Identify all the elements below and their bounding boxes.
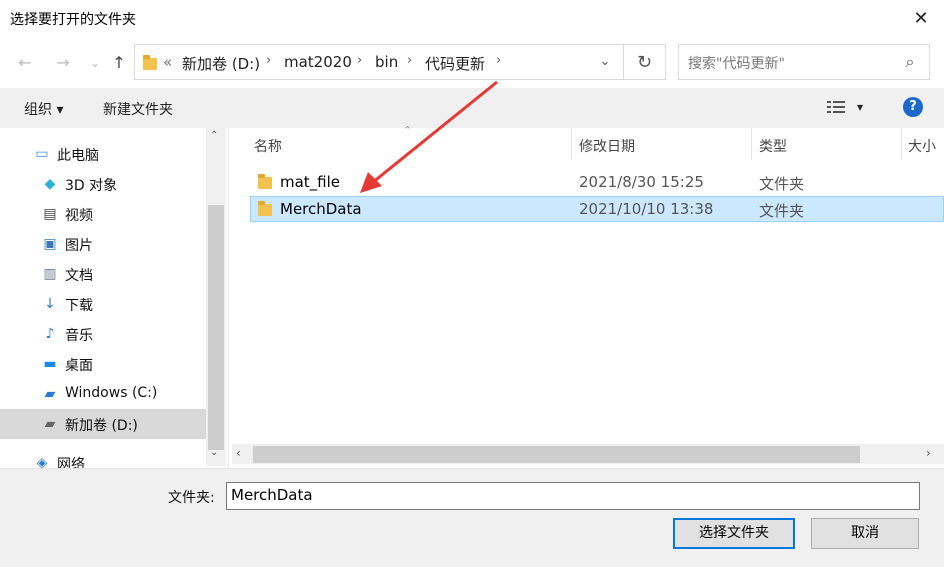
sort-ascending-icon: ⌃	[403, 124, 413, 137]
address-folder-icon	[143, 55, 157, 70]
cancel-button[interactable]: 取消	[811, 518, 919, 549]
address-dropdown-icon[interactable]: ⌄	[586, 44, 624, 80]
computer-icon: ▭	[35, 146, 49, 162]
breadcrumb-drive-d[interactable]: 新加卷 (D:)	[182, 53, 260, 74]
file-modified: 2021/10/10 13:38	[579, 200, 714, 218]
sidebar-item-label: Windows (C:)	[65, 385, 158, 401]
breadcrumb-current-folder[interactable]: 代码更新	[425, 53, 485, 74]
sidebar-item-label: 文档	[65, 268, 93, 284]
scrollbar-thumb[interactable]	[208, 205, 224, 450]
drive-d-icon: ▰	[44, 416, 56, 432]
scroll-down-icon[interactable]: ⌄	[210, 447, 218, 458]
sidebar-item[interactable]: ▣ 图片	[0, 229, 206, 259]
file-row-selected[interactable]: MerchData 2021/10/10 13:38 文件夹	[250, 196, 944, 222]
drive-c-icon: ▰	[44, 386, 56, 402]
view-dropdown-icon[interactable]: ▾	[857, 100, 863, 114]
pictures-icon: ▣	[43, 236, 57, 252]
sidebar-item[interactable]: ▤ 视频	[0, 199, 206, 229]
folder-field-label: 文件夹:	[168, 490, 215, 506]
pane-divider	[228, 128, 229, 468]
3d-objects-icon: ◆	[44, 176, 56, 192]
close-icon[interactable]: ✕	[906, 6, 936, 32]
column-header-modified[interactable]: 修改日期	[579, 136, 635, 168]
breadcrumb-separator-icon[interactable]: ›	[357, 53, 362, 68]
up-icon[interactable]: ↑	[108, 52, 130, 74]
sidebar-item[interactable]: ♪ 音乐	[0, 319, 206, 349]
sidebar-item-label: 视频	[65, 208, 93, 224]
refresh-icon[interactable]: ↻	[624, 44, 666, 80]
title-bar	[0, 0, 944, 38]
help-icon[interactable]: ?	[903, 97, 923, 117]
file-name: MerchData	[280, 200, 362, 218]
file-modified: 2021/8/30 15:25	[579, 173, 704, 191]
sidebar-item[interactable]: ↓ 下载	[0, 289, 206, 319]
new-folder-button[interactable]: 新建文件夹	[103, 99, 173, 119]
forward-icon[interactable]: →	[52, 52, 74, 74]
sidebar-item[interactable]: ▭ 此电脑	[0, 139, 206, 169]
column-header-size[interactable]: 大小	[908, 136, 936, 168]
column-header-name[interactable]: 名称	[254, 136, 282, 168]
column-divider[interactable]	[571, 128, 572, 160]
breadcrumb-mat2020[interactable]: mat2020	[284, 53, 352, 71]
video-icon: ▤	[43, 206, 57, 222]
search-icon[interactable]: ⌕	[900, 52, 920, 72]
recent-locations-icon[interactable]: ⌄	[84, 52, 106, 74]
desktop-icon: ▬	[43, 356, 57, 372]
scrollbar-thumb[interactable]	[253, 446, 860, 463]
sidebar-item-label: 下载	[65, 298, 93, 314]
breadcrumb-separator-icon[interactable]: ›	[496, 53, 501, 68]
sidebar-item-label: 音乐	[65, 328, 93, 344]
search-placeholder: 搜索"代码更新"	[688, 56, 785, 72]
folder-icon	[258, 201, 272, 216]
documents-icon: ▥	[43, 266, 57, 282]
select-folder-button[interactable]: 选择文件夹	[673, 518, 795, 549]
download-icon: ↓	[44, 296, 56, 312]
file-type: 文件夹	[759, 202, 805, 220]
back-icon[interactable]: ←	[14, 52, 36, 74]
scroll-up-icon[interactable]: ⌃	[210, 130, 218, 141]
scroll-right-icon[interactable]: ›	[926, 446, 931, 460]
folder-icon	[258, 174, 272, 189]
breadcrumb-bin[interactable]: bin	[375, 53, 398, 71]
column-divider[interactable]	[901, 128, 902, 160]
sidebar-item-label: 3D 对象	[65, 178, 118, 194]
sidebar-item-label: 新加卷 (D:)	[65, 418, 138, 434]
organize-button[interactable]: 组织 ▾	[24, 99, 63, 119]
folder-name-input[interactable]: MerchData	[226, 482, 920, 510]
breadcrumb-overflow[interactable]: «	[163, 53, 172, 71]
scroll-left-icon[interactable]: ‹	[236, 446, 241, 460]
sidebar-item[interactable]: ▬ 桌面	[0, 349, 206, 379]
breadcrumb-separator-icon[interactable]: ›	[407, 53, 412, 68]
sidebar-item[interactable]: ▥ 文档	[0, 259, 206, 289]
sidebar-item-label: 此电脑	[57, 148, 99, 164]
breadcrumb-separator-icon[interactable]: ›	[266, 53, 271, 68]
sidebar-item[interactable]: ▰ 新加卷 (D:)	[0, 409, 206, 439]
sidebar-item-label: 桌面	[65, 358, 93, 374]
column-divider[interactable]	[751, 128, 752, 160]
file-type: 文件夹	[759, 175, 805, 193]
sidebar-item-label: 图片	[65, 238, 93, 254]
sidebar-item[interactable]: ◆ 3D 对象	[0, 169, 206, 199]
music-icon: ♪	[45, 326, 55, 342]
column-header-type[interactable]: 类型	[759, 136, 787, 168]
view-options-icon[interactable]	[827, 99, 845, 115]
file-row[interactable]: mat_file 2021/8/30 15:25 文件夹	[250, 169, 944, 195]
window-title: 选择要打开的文件夹	[10, 12, 136, 28]
file-name: mat_file	[280, 173, 341, 191]
sidebar-item[interactable]: ▰ Windows (C:)	[0, 379, 206, 409]
